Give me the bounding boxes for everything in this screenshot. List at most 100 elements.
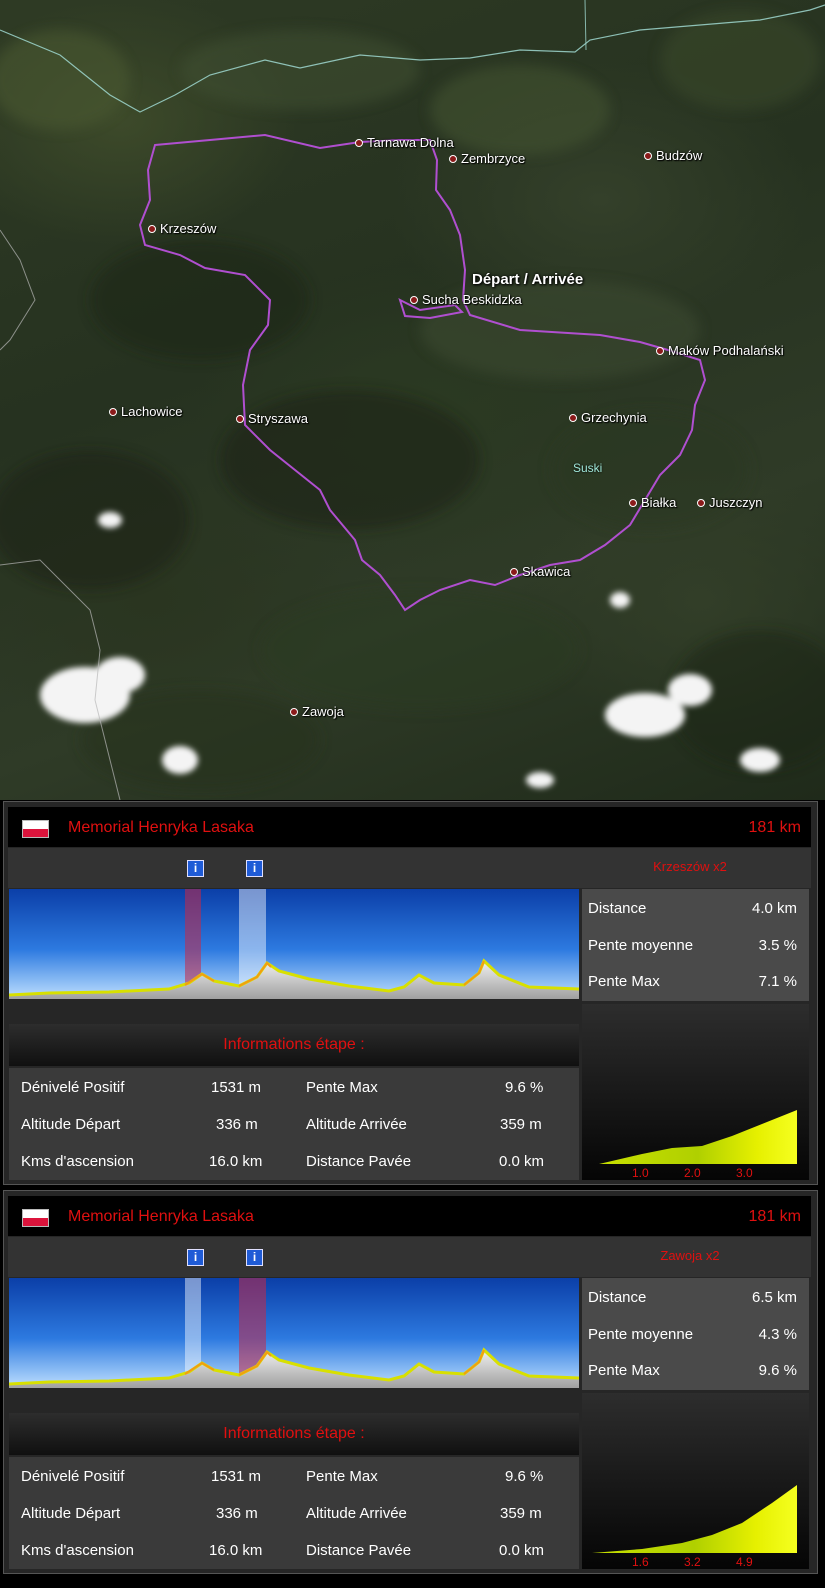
mini-tick: 3.2 — [684, 1555, 701, 1569]
town-marker-icon — [355, 138, 363, 147]
climb-name: Zawoja x2 — [660, 1248, 720, 1263]
stage-info-title: Informations étape : — [9, 1413, 579, 1455]
town-juszczyn[interactable]: Juszczyn — [697, 495, 762, 510]
town-marker-icon — [148, 224, 156, 233]
town-label: Sucha Beskidzka — [422, 292, 522, 307]
town-label: Zawoja — [302, 704, 344, 719]
climb-stats: Distance 6.5 km Pente moyenne 4.3 % Pent… — [582, 1278, 809, 1390]
climb-panel-2: Memorial Henryka Lasaka 181 km i i Zawoj… — [3, 1190, 818, 1574]
poland-flag-icon — [22, 820, 49, 838]
town-marker-icon — [629, 498, 637, 507]
town-tarnawa-dolna[interactable]: Tarnawa Dolna — [355, 135, 454, 150]
stage-profile-chart[interactable] — [9, 1278, 579, 1388]
satellite-map[interactable]: Tarnawa Dolna Zembrzyce Budzów Krzeszów … — [0, 0, 825, 800]
town-marker-icon — [697, 498, 705, 507]
town-zembrzyce[interactable]: Zembrzyce — [449, 151, 525, 166]
mini-profile-area — [592, 1485, 797, 1553]
town-label: Grzechynia — [581, 410, 647, 425]
value-kms-ascension: 16.0 km — [209, 1542, 263, 1559]
town-label: Stryszawa — [248, 411, 308, 426]
stat-distance: Distance 6.5 km — [588, 1289, 797, 1306]
climb-marker-bar: i i Krzeszów x2 — [8, 848, 811, 888]
poland-flag-icon — [22, 1209, 49, 1227]
race-name: Memorial Henryka Lasaka — [68, 1208, 254, 1225]
town-marker-icon — [569, 413, 577, 422]
town-label: Białka — [641, 495, 677, 510]
town-marker-icon — [644, 151, 652, 160]
label-alt-arrivee: Altitude Arrivée — [306, 1116, 407, 1133]
value-pente-max: 9.6 % — [505, 1079, 544, 1096]
label-pente-max: Pente Max — [306, 1468, 378, 1485]
label-alt-depart: Altitude Départ — [21, 1505, 121, 1522]
value-distance-pavee: 0.0 km — [499, 1542, 545, 1559]
town-skawica[interactable]: Skawica — [510, 564, 570, 579]
label-alt-arrivee: Altitude Arrivée — [306, 1505, 407, 1522]
town-marker-icon — [109, 407, 117, 416]
label-denivele: Dénivelé Positif — [21, 1079, 125, 1096]
label-kms-ascension: Kms d'ascension — [21, 1153, 134, 1170]
info-icon[interactable]: i — [246, 1249, 263, 1266]
town-marker-icon — [290, 707, 298, 716]
town-lachowice[interactable]: Lachowice — [109, 404, 182, 419]
town-stryszawa[interactable]: Stryszawa — [236, 411, 308, 426]
town-label: Budzów — [656, 148, 703, 163]
mini-tick: 4.9 — [736, 1555, 753, 1569]
info-icon[interactable]: i — [187, 860, 204, 877]
value-alt-arrivee: 359 m — [500, 1505, 542, 1522]
value-denivele: 1531 m — [211, 1079, 262, 1096]
town-grzechynia[interactable]: Grzechynia — [569, 410, 647, 425]
town-bialka[interactable]: Białka — [629, 495, 676, 510]
mini-tick: 2.0 — [684, 1166, 701, 1180]
town-marker-icon — [656, 346, 664, 355]
value-alt-depart: 336 m — [216, 1505, 258, 1522]
race-name: Memorial Henryka Lasaka — [68, 819, 254, 836]
stat-pente-max: Pente Max 9.6 % — [588, 1362, 797, 1379]
town-label: Lachowice — [121, 404, 183, 419]
town-krzeszow[interactable]: Krzeszów — [148, 221, 216, 236]
stat-pente-moyenne: Pente moyenne 4.3 % — [588, 1326, 797, 1343]
town-label: Skawica — [522, 564, 571, 579]
label-pente-max: Pente Max — [306, 1079, 378, 1096]
town-budzow[interactable]: Budzów — [644, 148, 702, 163]
label-alt-depart: Altitude Départ — [21, 1116, 121, 1133]
climb-mini-profile[interactable]: 1.6 3.2 4.9 — [582, 1393, 809, 1569]
panel-header: Memorial Henryka Lasaka 181 km — [8, 807, 811, 847]
value-alt-arrivee: 359 m — [500, 1116, 542, 1133]
info-icon[interactable]: i — [246, 860, 263, 877]
town-sucha-beskidzka[interactable]: Sucha Beskidzka — [410, 292, 522, 307]
label-distance-pavee: Distance Pavée — [306, 1542, 412, 1559]
town-label: Tarnawa Dolna — [367, 135, 454, 150]
climb-name: Krzeszów x2 — [653, 859, 727, 874]
town-zawoja[interactable]: Zawoja — [290, 704, 344, 719]
value-distance-pavee: 0.0 km — [499, 1153, 545, 1170]
town-label: Maków Podhalański — [668, 343, 784, 358]
town-marker-icon — [410, 295, 418, 304]
stage-info-grid: Dénivelé Positif 1531 m Pente Max 9.6 % … — [9, 1457, 579, 1569]
climb-mini-profile[interactable]: 1.0 2.0 3.0 — [582, 1004, 809, 1180]
mini-tick: 1.0 — [632, 1166, 649, 1180]
stat-distance: Distance 4.0 km — [588, 900, 797, 917]
town-marker-icon — [510, 567, 518, 576]
stage-info-grid: Dénivelé Positif 1531 m Pente Max 9.6 % … — [9, 1068, 579, 1180]
label-distance-pavee: Distance Pavée — [306, 1153, 412, 1170]
town-makow-podhalanski[interactable]: Maków Podhalański — [656, 343, 784, 358]
info-icon[interactable]: i — [187, 1249, 204, 1266]
mini-profile-chart — [592, 1485, 797, 1553]
value-denivele: 1531 m — [211, 1468, 262, 1485]
total-distance: 181 km — [748, 819, 801, 836]
stage-info-title: Informations étape : — [9, 1024, 579, 1066]
mini-tick: 3.0 — [736, 1166, 753, 1180]
climb-panel-1: Memorial Henryka Lasaka 181 km i i Krzes… — [3, 801, 818, 1185]
climb-stats: Distance 4.0 km Pente moyenne 3.5 % Pent… — [582, 889, 809, 1001]
town-marker-icon — [236, 414, 244, 423]
mini-profile-chart — [599, 1110, 797, 1164]
town-label: Juszczyn — [709, 495, 763, 510]
stage-profile-chart[interactable] — [9, 889, 579, 999]
mini-tick: 1.6 — [632, 1555, 649, 1569]
stat-pente-max: Pente Max 7.1 % — [588, 973, 797, 990]
label-denivele: Dénivelé Positif — [21, 1468, 125, 1485]
map-overlay — [0, 0, 825, 800]
town-label: Krzeszów — [160, 221, 217, 236]
panel-header: Memorial Henryka Lasaka 181 km — [8, 1196, 811, 1236]
label-kms-ascension: Kms d'ascension — [21, 1542, 134, 1559]
